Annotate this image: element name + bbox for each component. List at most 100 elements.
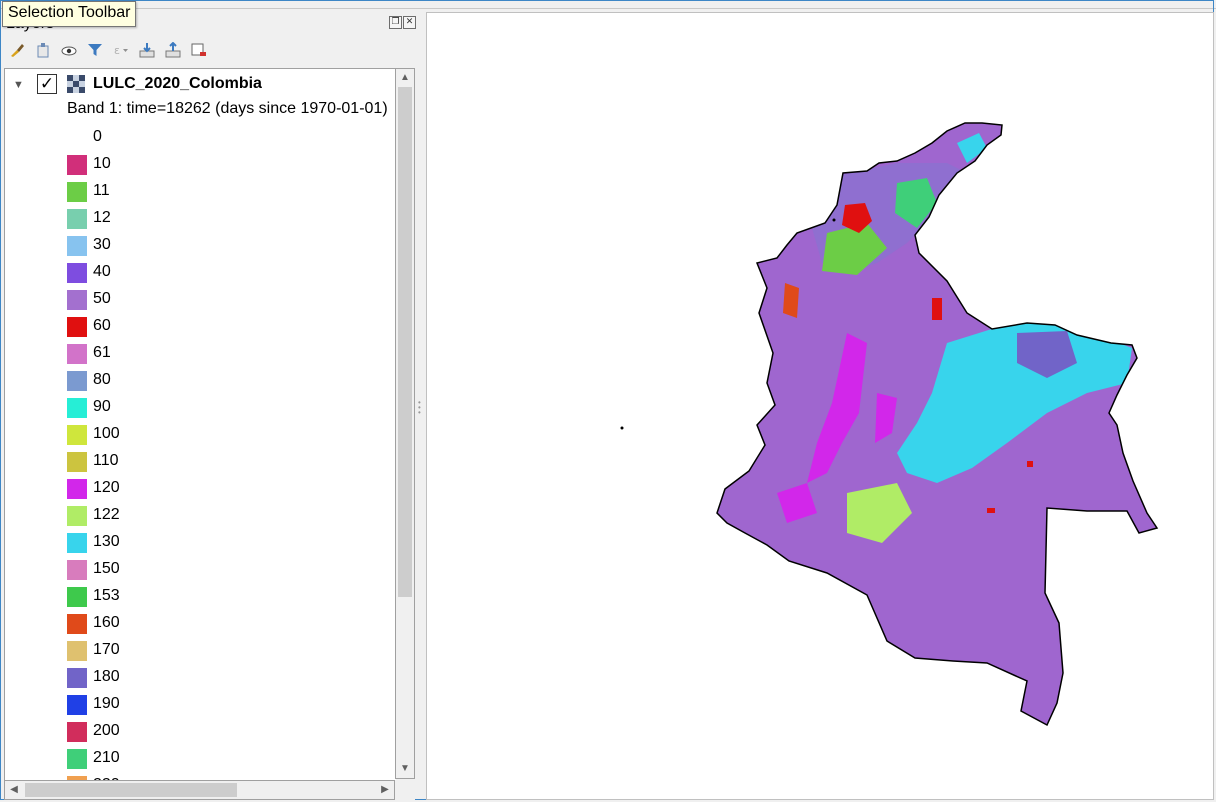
legend-label: 153: [93, 587, 120, 604]
layers-toolbar: ε: [6, 38, 210, 62]
close-panel-button[interactable]: ✕: [403, 16, 416, 29]
legend-swatch: [67, 344, 87, 364]
legend-item[interactable]: 150: [67, 557, 367, 584]
filter-expression-button[interactable]: ε: [110, 39, 132, 61]
vertical-scrollbar[interactable]: ▲ ▼: [395, 68, 415, 779]
collapse-arrow-icon[interactable]: ▼: [13, 79, 24, 91]
legend-label: 60: [93, 317, 111, 334]
legend-swatch: [67, 560, 87, 580]
float-panel-button[interactable]: ❐: [389, 16, 402, 29]
style-manager-button[interactable]: [6, 39, 28, 61]
legend-swatch: [67, 398, 87, 418]
legend-label: 90: [93, 398, 111, 415]
legend-label: 170: [93, 641, 120, 658]
legend-label: 11: [93, 182, 110, 199]
tooltip: Selection Toolbar: [2, 1, 137, 27]
legend-item[interactable]: 200: [67, 719, 367, 746]
legend-item[interactable]: 0: [67, 125, 367, 152]
legend-swatch: [67, 479, 87, 499]
legend-item[interactable]: 90: [67, 395, 367, 422]
legend-label: 120: [93, 479, 120, 496]
legend-swatch: [67, 749, 87, 769]
filter-legend-button[interactable]: [84, 39, 106, 61]
remove-layer-icon: [191, 43, 206, 56]
band-label: Band 1: time=18262 (days since 1970-01-0…: [67, 100, 388, 117]
layer-visibility-checkbox[interactable]: ✓: [37, 74, 57, 94]
legend-item[interactable]: 11: [67, 179, 367, 206]
legend-swatch: [67, 533, 87, 553]
legend-label: 61: [93, 344, 111, 361]
remove-layer-button[interactable]: [188, 39, 210, 61]
collapse-all-icon: [165, 42, 181, 58]
scrollbar-corner: [395, 780, 415, 800]
legend-item[interactable]: 110: [67, 449, 367, 476]
expand-all-button[interactable]: [136, 39, 158, 61]
legend-item[interactable]: 61: [67, 341, 367, 368]
legend-swatch: [67, 587, 87, 607]
legend-swatch: [67, 425, 87, 445]
scroll-right-icon[interactable]: ▶: [376, 781, 394, 799]
hscroll-thumb[interactable]: [25, 783, 237, 797]
horizontal-scrollbar[interactable]: ◀ ▶: [4, 780, 395, 800]
legend-label: 40: [93, 263, 111, 280]
legend-item[interactable]: 10: [67, 152, 367, 179]
manage-visibility-button[interactable]: [58, 39, 80, 61]
legend-item[interactable]: 120: [67, 476, 367, 503]
scroll-thumb[interactable]: [398, 87, 412, 597]
layer-name[interactable]: LULC_2020_Colombia: [93, 75, 262, 93]
legend-swatch: [67, 695, 87, 715]
legend-item[interactable]: 170: [67, 638, 367, 665]
map-canvas[interactable]: [426, 12, 1214, 800]
legend-swatch: [67, 236, 87, 256]
legend-label: 210: [93, 749, 120, 766]
legend-item[interactable]: 190: [67, 692, 367, 719]
legend-label: 180: [93, 668, 120, 685]
legend-swatch: [67, 641, 87, 661]
add-group-button[interactable]: [32, 39, 54, 61]
eye-icon: [61, 46, 77, 56]
legend-item[interactable]: 50: [67, 287, 367, 314]
legend-label: 130: [93, 533, 120, 550]
legend-swatch: [67, 290, 87, 310]
legend-item[interactable]: 30: [67, 233, 367, 260]
expand-all-icon: [139, 43, 155, 58]
legend-swatch: [67, 371, 87, 391]
legend-label: 200: [93, 722, 120, 739]
legend-item[interactable]: 210: [67, 746, 367, 773]
legend-swatch: [67, 317, 87, 337]
layer-row[interactable]: ▼ ✓ LULC_2020_Colombia: [5, 71, 396, 98]
layers-tree[interactable]: ▼ ✓ LULC_2020_Colombia Band 1: time=1826…: [4, 68, 396, 781]
legend-item[interactable]: 12: [67, 206, 367, 233]
style-manager-icon: [11, 44, 24, 57]
legend-swatch: [67, 182, 87, 202]
legend-label: 50: [93, 290, 111, 307]
legend-label: 160: [93, 614, 120, 631]
scroll-left-icon[interactable]: ◀: [5, 781, 23, 799]
legend-item[interactable]: 180: [67, 665, 367, 692]
legend-item[interactable]: 153: [67, 584, 367, 611]
legend-item[interactable]: 160: [67, 611, 367, 638]
legend-label: 0: [93, 128, 102, 145]
svg-text:ε: ε: [114, 44, 120, 57]
legend-label: 110: [93, 452, 119, 469]
scroll-down-icon[interactable]: ▼: [396, 760, 414, 778]
panel-splitter[interactable]: • • •: [418, 399, 422, 420]
legend-swatch: [67, 722, 87, 742]
legend-label: 190: [93, 695, 120, 712]
legend-label: 150: [93, 560, 120, 577]
map-render: [620, 122, 1158, 726]
legend-item[interactable]: 80: [67, 368, 367, 395]
legend-swatch: [67, 128, 87, 148]
legend-item[interactable]: 130: [67, 530, 367, 557]
legend-item[interactable]: 100: [67, 422, 367, 449]
legend-item[interactable]: 60: [67, 314, 367, 341]
legend-swatch: [67, 506, 87, 526]
collapse-all-button[interactable]: [162, 39, 184, 61]
scroll-up-icon[interactable]: ▲: [396, 69, 414, 87]
legend-label: 80: [93, 371, 111, 388]
legend-item[interactable]: 122: [67, 503, 367, 530]
filter-icon: [88, 44, 102, 56]
legend-item[interactable]: 40: [67, 260, 367, 287]
add-group-icon: [37, 43, 49, 58]
legend-label: 122: [93, 506, 120, 523]
